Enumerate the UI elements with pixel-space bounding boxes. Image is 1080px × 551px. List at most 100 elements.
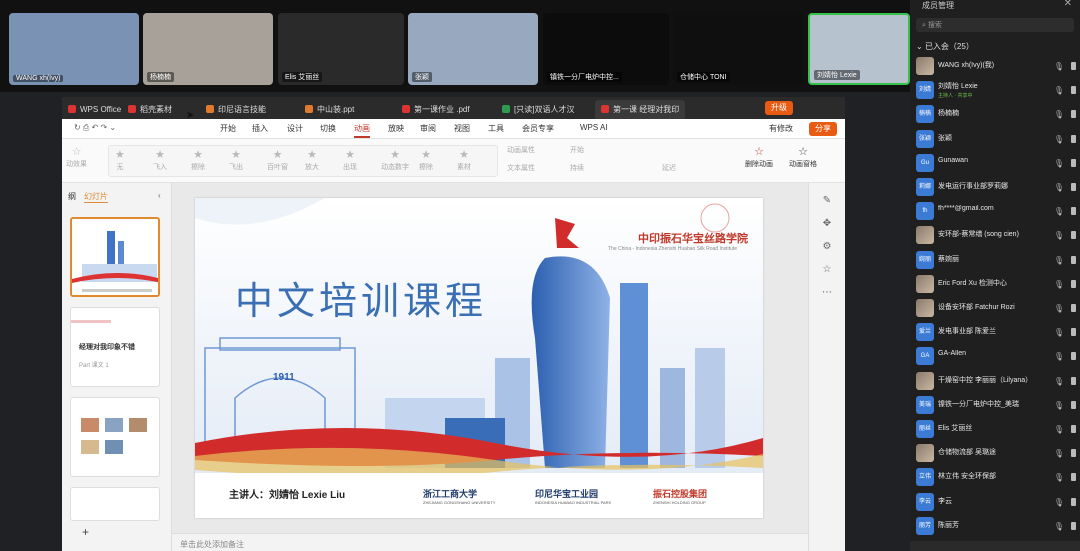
camera-icon[interactable] bbox=[1071, 497, 1076, 506]
video-tile[interactable]: 仓储中心 TONI bbox=[673, 13, 803, 85]
mic-icon[interactable]: 🎙 bbox=[1054, 449, 1064, 458]
camera-icon[interactable] bbox=[1071, 255, 1076, 264]
menu-item[interactable]: 放映 bbox=[388, 123, 404, 134]
camera-icon[interactable] bbox=[1071, 521, 1076, 530]
tab-slides[interactable]: 幻灯片 bbox=[84, 191, 108, 203]
mic-icon[interactable]: 🎙 bbox=[1054, 304, 1064, 313]
member-row[interactable]: 莉娜 发电运行事业部罗莉娜 🎙 bbox=[914, 176, 1076, 198]
camera-icon[interactable] bbox=[1071, 449, 1076, 458]
more-icon[interactable]: ⋯ bbox=[809, 287, 845, 298]
camera-icon[interactable] bbox=[1071, 352, 1076, 361]
mic-icon[interactable]: 🎙 bbox=[1054, 377, 1064, 386]
animation-effect[interactable]: ★ 飞入 bbox=[153, 148, 167, 172]
document-tab[interactable]: [只读]双语人才汉 bbox=[496, 100, 580, 119]
mic-icon[interactable]: 🎙 bbox=[1054, 256, 1064, 265]
share-button[interactable]: 分享 bbox=[809, 122, 837, 136]
document-tab[interactable]: 第一课作业 .pdf bbox=[396, 100, 476, 119]
camera-icon[interactable] bbox=[1071, 207, 1076, 216]
menu-item[interactable]: WPS AI bbox=[580, 123, 608, 132]
animation-effect[interactable]: ★ 擦除 bbox=[191, 148, 205, 172]
notes-field[interactable]: 单击此处添加备注 bbox=[172, 533, 808, 551]
toolbar-icons[interactable]: ↻ ⎙ ↶ ↷ ⌄ bbox=[74, 123, 116, 133]
member-row[interactable]: 楠楠 杨楠楠 🎙 bbox=[914, 103, 1076, 125]
tab-outline[interactable]: 纲 bbox=[68, 191, 76, 202]
menu-item[interactable]: 审阅 bbox=[420, 123, 436, 134]
animation-effect[interactable]: ★ 出现 bbox=[343, 148, 357, 172]
anim-props[interactable]: 动画属性 bbox=[507, 145, 535, 155]
mic-icon[interactable]: 🎙 bbox=[1054, 207, 1064, 216]
member-row[interactable]: fh fh****@gmail.com 🎙 bbox=[914, 200, 1076, 222]
member-search-input[interactable]: ⌕ 搜索 bbox=[916, 18, 1074, 32]
member-row[interactable]: 立伟 林立伟 安全环保部 🎙 bbox=[914, 466, 1076, 488]
camera-icon[interactable] bbox=[1071, 473, 1076, 482]
menu-item[interactable]: 开始 bbox=[220, 123, 236, 134]
member-row[interactable]: 设备安环部 Fatchur Rozi 🎙 bbox=[914, 297, 1076, 319]
video-tile[interactable]: 张颖 bbox=[408, 13, 538, 85]
star-icon[interactable]: ☆ bbox=[809, 264, 845, 275]
add-slide-button[interactable]: + bbox=[82, 525, 89, 539]
member-row[interactable]: 仓储物流部 吴璐途 🎙 bbox=[914, 442, 1076, 464]
member-row[interactable]: 丽丝 Elis 艾丽丝 🎙 bbox=[914, 418, 1076, 440]
anim-delay[interactable]: 延迟 bbox=[662, 163, 676, 173]
effect-options-icon[interactable]: ☆ 动效果 bbox=[66, 145, 87, 169]
document-tab[interactable]: WPS Office bbox=[62, 100, 127, 119]
member-row[interactable]: WANG xh(Ivy)(我) 🎙 bbox=[914, 55, 1076, 77]
slide-thumb-1[interactable] bbox=[70, 217, 160, 297]
mic-icon[interactable]: 🎙 bbox=[1054, 159, 1064, 168]
menu-item[interactable]: 设计 bbox=[287, 123, 303, 134]
joined-group-header[interactable]: ⌄ 已入会（25） bbox=[916, 41, 974, 52]
animation-effect[interactable]: ★ 飞出 bbox=[229, 148, 243, 172]
camera-icon[interactable] bbox=[1071, 62, 1076, 70]
animation-effect[interactable]: ★ 素材 bbox=[457, 148, 471, 172]
member-row[interactable]: 爱兰 发电事业部 陈爱兰 🎙 bbox=[914, 321, 1076, 343]
slide[interactable]: 中文培训课程 1911 中印振石华宝丝路学院 The China - Indon… bbox=[195, 198, 763, 518]
tool-icon-3[interactable]: ⚙ bbox=[809, 241, 845, 252]
camera-icon[interactable] bbox=[1071, 400, 1076, 409]
video-tile[interactable]: 镇铁一分厂电炉中控... bbox=[543, 13, 669, 85]
video-tile[interactable]: Elis 艾丽丝 bbox=[278, 13, 404, 85]
camera-icon[interactable] bbox=[1071, 86, 1076, 95]
camera-icon[interactable] bbox=[1071, 110, 1076, 119]
member-row[interactable]: GA GA-Allen 🎙 bbox=[914, 345, 1076, 367]
video-tile[interactable]: 刘婧怡 Lexie bbox=[808, 13, 910, 85]
tool-icon-1[interactable]: ✎ bbox=[809, 195, 845, 206]
camera-icon[interactable] bbox=[1071, 304, 1076, 312]
mic-icon[interactable]: 🎙 bbox=[1054, 522, 1064, 531]
document-tab[interactable]: 印尼语言技能 bbox=[200, 100, 272, 119]
mic-icon[interactable]: 🎙 bbox=[1054, 352, 1064, 361]
member-row[interactable]: 丽芳 陈丽芳 🎙 bbox=[914, 515, 1076, 537]
camera-icon[interactable] bbox=[1071, 376, 1076, 385]
text-props[interactable]: 文本属性 bbox=[507, 163, 535, 173]
member-row[interactable]: Eric Ford Xu 检测中心 🎙 bbox=[914, 273, 1076, 295]
camera-icon[interactable] bbox=[1071, 158, 1076, 167]
camera-icon[interactable] bbox=[1071, 134, 1076, 143]
animation-effect[interactable]: ★ 百叶窗 bbox=[267, 148, 288, 172]
document-tab[interactable]: 中山装.ppt bbox=[299, 100, 360, 119]
document-tab[interactable]: 稻壳素材 bbox=[122, 100, 178, 119]
mic-icon[interactable]: 🎙 bbox=[1054, 473, 1064, 482]
camera-icon[interactable] bbox=[1071, 328, 1076, 337]
camera-icon[interactable] bbox=[1071, 425, 1076, 433]
anim-start[interactable]: 开始 bbox=[570, 145, 584, 155]
menu-item[interactable]: 切换 bbox=[320, 123, 336, 134]
mic-icon[interactable]: 🎙 bbox=[1054, 183, 1064, 192]
mic-icon[interactable]: 🎙 bbox=[1054, 231, 1064, 240]
video-tile[interactable]: 杨楠楠 bbox=[143, 13, 273, 85]
member-row[interactable]: 干燥窑中控 李丽丽（Lilyana） 🎙 bbox=[914, 370, 1076, 392]
member-row[interactable]: 美瑞 镍铁一分厂电炉中控_美瑞 🎙 bbox=[914, 394, 1076, 416]
animation-effect[interactable]: ★ 无 bbox=[115, 148, 125, 172]
camera-icon[interactable] bbox=[1071, 279, 1076, 288]
mic-icon[interactable]: 🎙 bbox=[1054, 135, 1064, 144]
menu-item[interactable]: 动画 bbox=[354, 123, 370, 138]
member-row[interactable]: 婉丽 蔡婉丽 🎙 bbox=[914, 249, 1076, 271]
mic-icon[interactable]: 🎙 bbox=[1054, 401, 1064, 410]
menu-item[interactable]: 视图 bbox=[454, 123, 470, 134]
slide-thumb-3[interactable] bbox=[70, 397, 160, 477]
member-row[interactable]: 张颖 张颖 🎙 bbox=[914, 128, 1076, 150]
camera-icon[interactable] bbox=[1071, 183, 1076, 191]
upgrade-button[interactable]: 升级 bbox=[765, 101, 793, 115]
mic-icon[interactable]: 🎙 bbox=[1054, 280, 1064, 289]
close-icon[interactable]: ✕ bbox=[1064, 0, 1072, 9]
mic-icon[interactable]: 🎙 bbox=[1054, 425, 1064, 434]
menu-item[interactable]: 会员专享 bbox=[522, 123, 554, 134]
